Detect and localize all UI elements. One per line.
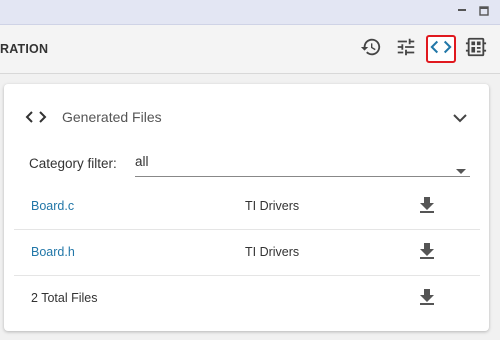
file-link[interactable]: Board.c [31,199,74,213]
file-category: TI Drivers [245,199,300,213]
panel-header[interactable]: Generated Files [4,84,489,146]
download-all-icon[interactable] [418,288,436,311]
dropdown-caret-icon [456,162,466,180]
total-files-row: 2 Total Files [14,275,480,321]
category-filter-label: Category filter: [29,156,117,171]
configuration-header: RATION [0,25,500,74]
generated-files-button[interactable] [426,35,456,63]
category-filter-select[interactable]: all [135,152,470,177]
history-icon [360,36,382,63]
settings-sliders-icon [395,36,417,63]
settings-button[interactable] [391,35,421,63]
panel-title: Generated Files [62,109,162,125]
category-filter-value: all [135,154,149,169]
file-link[interactable]: Board.h [31,245,75,259]
history-button[interactable] [356,35,386,63]
window-chrome [0,0,500,25]
file-row: Board.h TI Drivers [14,229,480,276]
category-filter-row: Category filter: all [4,152,489,178]
file-row: Board.c TI Drivers [14,183,480,230]
generated-files-panel: Generated Files Category filter: all Boa… [4,84,489,331]
chevron-down-icon[interactable] [452,111,468,129]
maximize-icon[interactable] [478,5,490,17]
page-title: RATION [0,42,49,56]
download-icon[interactable] [418,196,436,219]
total-files-label: 2 Total Files [31,291,98,305]
code-icon [430,36,452,63]
code-icon [25,108,47,131]
board-icon [465,36,487,63]
board-view-button[interactable] [461,35,491,63]
download-icon[interactable] [418,242,436,265]
minimize-icon[interactable] [456,5,468,17]
file-category: TI Drivers [245,245,300,259]
